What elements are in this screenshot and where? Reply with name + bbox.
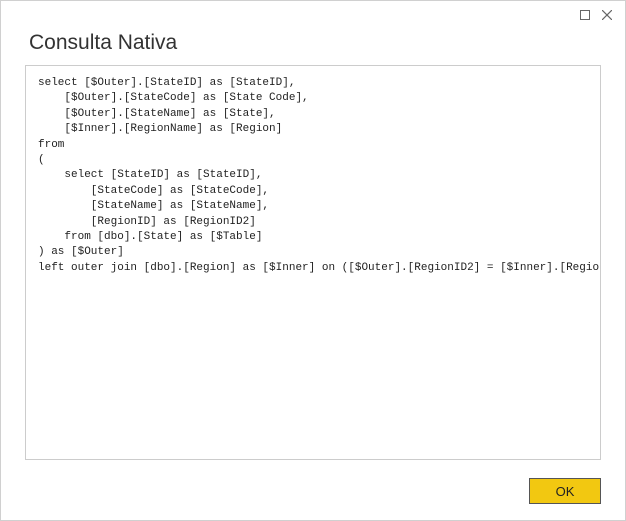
dialog-content: select [$Outer].[StateID] as [StateID], …	[1, 65, 625, 468]
titlebar-controls	[577, 7, 621, 23]
dialog-footer: OK	[1, 468, 625, 520]
dialog-header: Consulta Nativa	[1, 29, 625, 65]
dialog-title: Consulta Nativa	[29, 31, 597, 55]
sql-query-text: select [$Outer].[StateID] as [StateID], …	[38, 76, 588, 276]
maximize-icon[interactable]	[577, 7, 593, 23]
native-query-dialog: Consulta Nativa select [$Outer].[StateID…	[1, 1, 625, 520]
ok-button[interactable]: OK	[529, 478, 601, 504]
close-icon[interactable]	[599, 7, 615, 23]
titlebar	[1, 1, 625, 29]
query-display-box: select [$Outer].[StateID] as [StateID], …	[25, 65, 601, 460]
